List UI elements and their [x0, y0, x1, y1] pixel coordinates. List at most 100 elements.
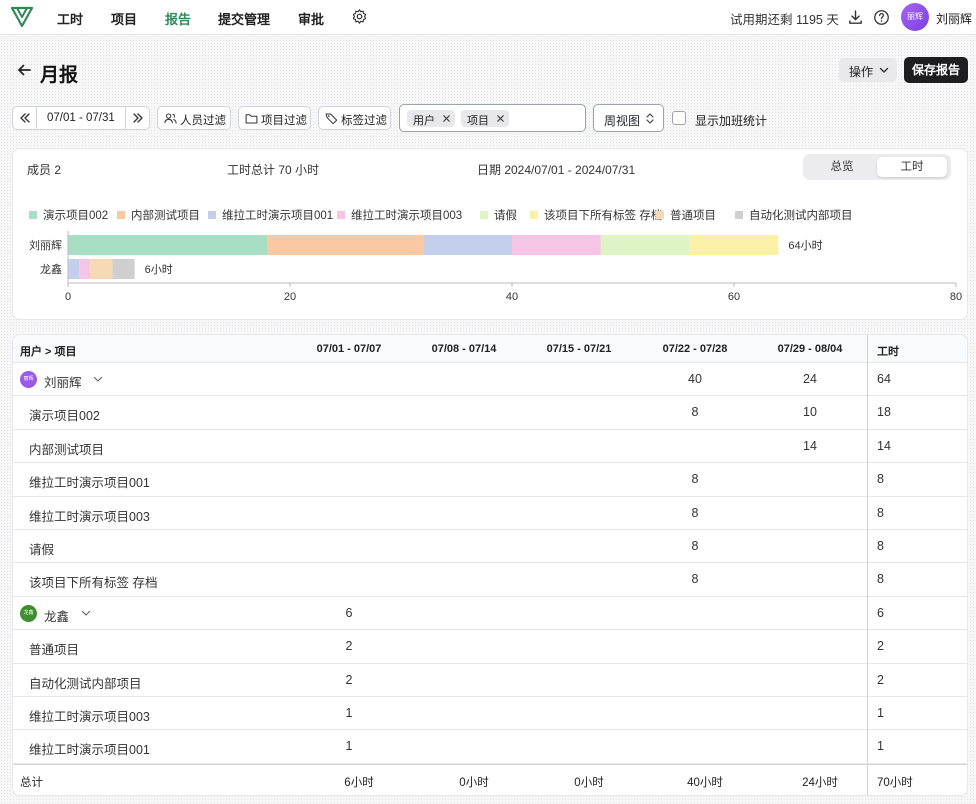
- table-project-row[interactable]: 演示项目002 8 10 18: [13, 396, 967, 430]
- table-project-row[interactable]: 该项目下所有标签 存档 8 8: [13, 563, 967, 597]
- close-icon[interactable]: [442, 114, 451, 123]
- y-axis-category-label: 刘丽辉: [29, 239, 62, 252]
- legend-label: 普通项目: [670, 210, 716, 222]
- table-project-row[interactable]: 请假 8 8: [13, 530, 967, 564]
- bar-segment[interactable]: [112, 259, 135, 279]
- nav-item-approvals[interactable]: 审批: [298, 9, 324, 28]
- gear-icon[interactable]: [351, 8, 368, 25]
- header-week-3: 07/15 - 07/21: [546, 343, 612, 355]
- row-total-cell: 2: [877, 639, 884, 654]
- bar-segment[interactable]: [600, 235, 690, 255]
- operations-dropdown-button[interactable]: 操作: [839, 58, 897, 82]
- legend-label: 演示项目002: [43, 210, 109, 222]
- app-logo-icon[interactable]: [10, 5, 34, 29]
- table-project-row[interactable]: 自动化测试内部项目 2 2: [13, 664, 967, 697]
- footer-week-total: 0小时: [574, 776, 604, 789]
- tab-overview[interactable]: 总览: [807, 157, 877, 177]
- legend-item[interactable]: 内部测试项目: [117, 207, 200, 223]
- project-name-cell: 自动化测试内部项目: [29, 676, 142, 691]
- legend-item[interactable]: 自动化测试内部项目: [735, 207, 853, 223]
- view-mode-select[interactable]: 周视图: [593, 104, 664, 132]
- bar-segment[interactable]: [423, 235, 512, 255]
- table-project-row[interactable]: 维拉工时演示项目001 1 1: [13, 730, 967, 764]
- double-chevron-left-icon: [20, 113, 30, 123]
- legend-item[interactable]: 维拉工时演示项目001: [208, 207, 333, 223]
- bar-segment[interactable]: [68, 235, 268, 255]
- close-icon[interactable]: [496, 114, 505, 123]
- header-user-project[interactable]: 用户 > 项目: [20, 343, 77, 359]
- overtime-checkbox-label[interactable]: 显示加班统计: [695, 112, 767, 129]
- row-total-cell: 1: [877, 739, 884, 754]
- user-name[interactable]: 刘丽辉: [936, 10, 972, 27]
- chevron-down-icon[interactable]: [81, 608, 91, 618]
- week-hours-cell: 6: [345, 605, 353, 620]
- footer-week-total: 24小时: [802, 776, 838, 789]
- table-user-row[interactable]: 丽辉 刘丽辉 40 24 64: [13, 363, 967, 397]
- member-count: 成员 2: [27, 163, 62, 177]
- table-project-row[interactable]: 维拉工时演示项目003 1 1: [13, 697, 967, 731]
- x-tick-label: 0: [65, 291, 71, 303]
- bar-segment[interactable]: [68, 259, 80, 279]
- bar-segment[interactable]: [689, 235, 779, 255]
- week-hours-cell: 1: [345, 739, 353, 754]
- save-report-button[interactable]: 保存报告: [904, 57, 968, 83]
- back-arrow-icon[interactable]: [16, 62, 32, 78]
- grouping-multiselect[interactable]: 用户 项目: [399, 104, 586, 132]
- week-hours-cell: 2: [345, 672, 353, 687]
- user-avatar: 龙鑫: [20, 604, 37, 622]
- project-filter-label: 项目过滤: [261, 115, 307, 127]
- download-icon[interactable]: [847, 9, 864, 26]
- overview-hours-switch: 总览 工时: [803, 154, 951, 180]
- nav-item-hours[interactable]: 工时: [57, 9, 83, 28]
- overtime-checkbox[interactable]: [672, 111, 686, 125]
- header-week-2: 07/08 - 07/14: [431, 343, 497, 355]
- view-mode-value: 周视图: [604, 114, 641, 128]
- legend-item[interactable]: 普通项目: [656, 207, 716, 223]
- project-filter-button[interactable]: 项目过滤: [238, 106, 311, 130]
- legend-item[interactable]: 该项目下所有标签 存档: [530, 207, 662, 223]
- report-table: 用户 > 项目 07/01 - 07/07 07/08 - 07/14 07/1…: [12, 334, 968, 796]
- tag-filter-button[interactable]: 标签过滤: [318, 106, 391, 130]
- legend-label: 请假: [494, 210, 517, 222]
- table-user-row[interactable]: 龙鑫 龙鑫 6 6: [13, 597, 967, 631]
- previous-period-button[interactable]: [13, 107, 37, 129]
- bar-segment[interactable]: [267, 235, 424, 255]
- bar-segment[interactable]: [79, 259, 91, 279]
- table-project-row[interactable]: 维拉工时演示项目001 8 8: [13, 463, 967, 497]
- user-avatar[interactable]: 丽辉: [901, 3, 929, 31]
- people-filter-button[interactable]: 人员过滤: [157, 106, 231, 130]
- bar-segment[interactable]: [512, 235, 601, 255]
- user-avatar: 丽辉: [20, 371, 37, 388]
- table-project-row[interactable]: 内部测试项目 14 14: [13, 430, 967, 464]
- chevron-down-icon: [879, 67, 889, 73]
- legend-item[interactable]: 演示项目002: [29, 207, 108, 223]
- legend-swatch: [735, 211, 743, 219]
- double-chevron-right-icon: [133, 113, 143, 123]
- table-project-row[interactable]: 维拉工时演示项目003 8 8: [13, 497, 967, 530]
- week-hours-cell: 8: [691, 405, 699, 420]
- legend-item[interactable]: 请假: [480, 207, 517, 223]
- row-total-cell: 8: [877, 572, 884, 587]
- chevron-down-icon[interactable]: [93, 374, 103, 384]
- operations-label: 操作: [849, 65, 874, 79]
- footer-week-total: 6小时: [344, 776, 374, 789]
- row-total-cell: 8: [877, 539, 884, 553]
- nav-item-reports[interactable]: 报告: [165, 9, 191, 28]
- legend-label: 维拉工时演示项目001: [222, 210, 334, 222]
- table-header-row: 用户 > 项目 07/01 - 07/07 07/08 - 07/14 07/1…: [13, 335, 967, 363]
- table-project-row[interactable]: 普通项目 2 2: [13, 630, 967, 664]
- total-column-divider: [867, 335, 868, 795]
- legend-item[interactable]: 维拉工时演示项目003: [337, 207, 462, 223]
- footer-total-label: 总计: [20, 776, 43, 789]
- week-hours-cell: 8: [691, 505, 699, 520]
- summary-chart-card: 成员 2 工时总计 70 小时 日期 2024/07/01 - 2024/07/…: [12, 148, 968, 320]
- tab-hours[interactable]: 工时: [877, 157, 947, 177]
- bar-segment[interactable]: [90, 259, 113, 279]
- nav-item-projects[interactable]: 项目: [111, 9, 137, 28]
- nav-item-submissions[interactable]: 提交管理: [218, 9, 270, 28]
- header-week-1: 07/01 - 07/07: [316, 343, 382, 355]
- next-period-button[interactable]: [125, 107, 149, 129]
- help-icon[interactable]: [873, 9, 890, 26]
- date-range-text[interactable]: 07/01 - 07/31: [47, 112, 115, 124]
- x-tick-label: 80: [950, 291, 962, 303]
